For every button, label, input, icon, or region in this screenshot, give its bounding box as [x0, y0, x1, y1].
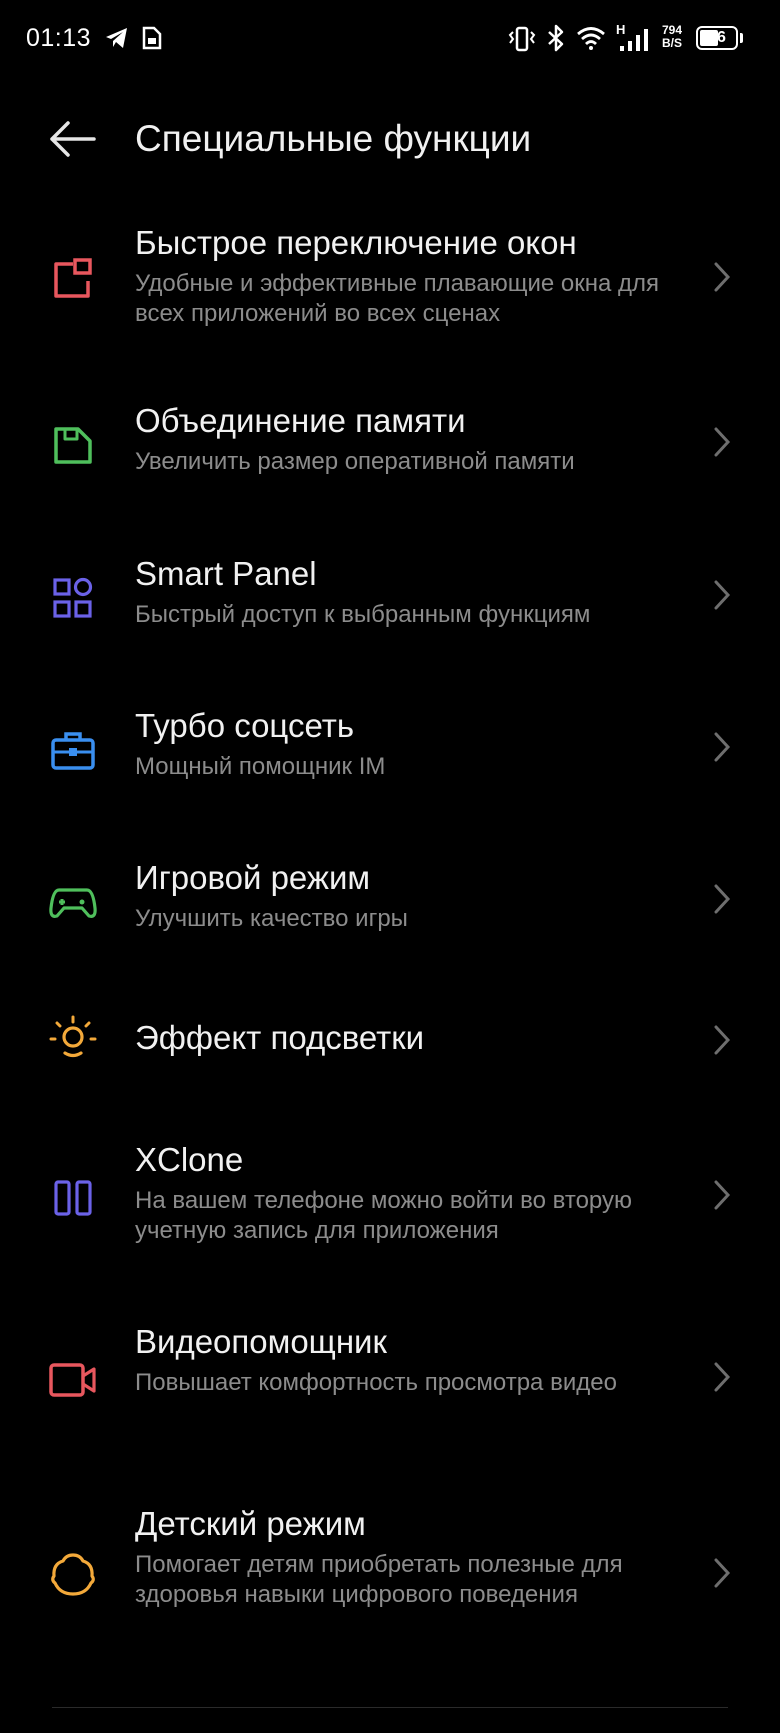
chevron-right-icon: [714, 1362, 731, 1392]
item-subtitle: Увеличить размер оперативной памяти: [135, 448, 575, 475]
sim-card-icon: [142, 26, 162, 50]
signal-icon: [620, 29, 648, 51]
chevron-right-icon: [714, 580, 731, 610]
list-item-smart-panel[interactable]: Smart Panel Быстрый доступ к выбранным ф…: [0, 538, 780, 648]
item-subtitle: Повышает комфортность просмотра видео: [135, 1369, 617, 1396]
battery-tip: [740, 33, 743, 43]
toolbox-icon: [51, 732, 95, 770]
item-title: Эффект подсветки: [135, 1019, 425, 1056]
list-item-backlight-effect[interactable]: Эффект подсветки: [0, 1005, 780, 1075]
item-subtitle: Улучшить качество игры: [135, 905, 408, 932]
list-item-turbo-social[interactable]: Турбо соцсеть Мощный помощник IM: [0, 690, 780, 800]
item-subtitle: Помогает детям приобретать полезные для …: [135, 1551, 623, 1608]
chevron-right-icon: [714, 732, 731, 762]
item-title: Детский режим: [135, 1505, 366, 1542]
item-title: Объединение памяти: [135, 402, 466, 439]
wifi-icon: [577, 27, 605, 50]
item-subtitle: Удобные и эффективные плавающие окна для…: [135, 270, 660, 327]
status-time: 01:13: [26, 24, 92, 52]
list-item-xclone[interactable]: XClone На вашем телефоне можно войти во …: [0, 1140, 780, 1280]
item-title: Быстрое переключение окон: [135, 224, 577, 261]
item-title: Турбо соцсеть: [135, 707, 355, 744]
network-speed: 794 B/S: [662, 23, 683, 50]
chevron-right-icon: [714, 1180, 731, 1210]
item-subtitle: На вашем телефоне можно войти во вторую …: [135, 1187, 633, 1244]
chevron-right-icon: [714, 427, 731, 457]
floating-window-icon: [54, 258, 92, 298]
item-subtitle: Мощный помощник IM: [135, 753, 386, 780]
item-title: Видеопомощник: [135, 1323, 387, 1360]
item-subtitle: Быстрый доступ к выбранным функциям: [135, 601, 591, 628]
chevron-right-icon: [714, 1558, 731, 1588]
telegram-icon: [106, 28, 127, 48]
battery-level: 46: [708, 29, 726, 46]
list-item-memory-merge[interactable]: Объединение памяти Увеличить размер опер…: [0, 385, 780, 495]
dual-app-icon: [54, 1180, 92, 1216]
video-camera-icon: [49, 1363, 96, 1397]
status-bar: 01:13 H 794 B/S 46: [0, 0, 780, 78]
back-button[interactable]: [44, 114, 100, 164]
item-title: XClone: [135, 1141, 244, 1178]
memory-card-icon: [54, 427, 92, 464]
light-bulb-icon: [49, 1015, 97, 1058]
list-item-video-assistant[interactable]: Видеопомощник Повышает комфортность прос…: [0, 1322, 780, 1462]
list-item-kids-mode[interactable]: Детский режим Помогает детям приобретать…: [0, 1504, 780, 1684]
page-title: Специальные функции: [135, 118, 532, 159]
item-title: Smart Panel: [135, 555, 317, 592]
gamepad-icon: [49, 888, 97, 918]
chevron-right-icon: [714, 884, 731, 914]
bluetooth-icon: [548, 24, 564, 52]
list-item-quick-window[interactable]: Быстрое переключение окон Удобные и эффе…: [0, 205, 780, 345]
battery-icon: 46: [696, 26, 738, 50]
list-item-game-mode[interactable]: Игровой режим Улучшить качество игры: [0, 842, 780, 952]
kid-face-icon: [51, 1553, 95, 1596]
item-title: Игровой режим: [135, 859, 371, 896]
vibrate-icon: [508, 26, 536, 52]
header: Специальные функции: [0, 100, 780, 180]
chevron-right-icon: [714, 262, 731, 292]
divider: [52, 1707, 728, 1708]
chevron-right-icon: [714, 1025, 731, 1055]
grid-panel-icon: [53, 577, 93, 618]
arrow-left-icon: [50, 121, 96, 157]
